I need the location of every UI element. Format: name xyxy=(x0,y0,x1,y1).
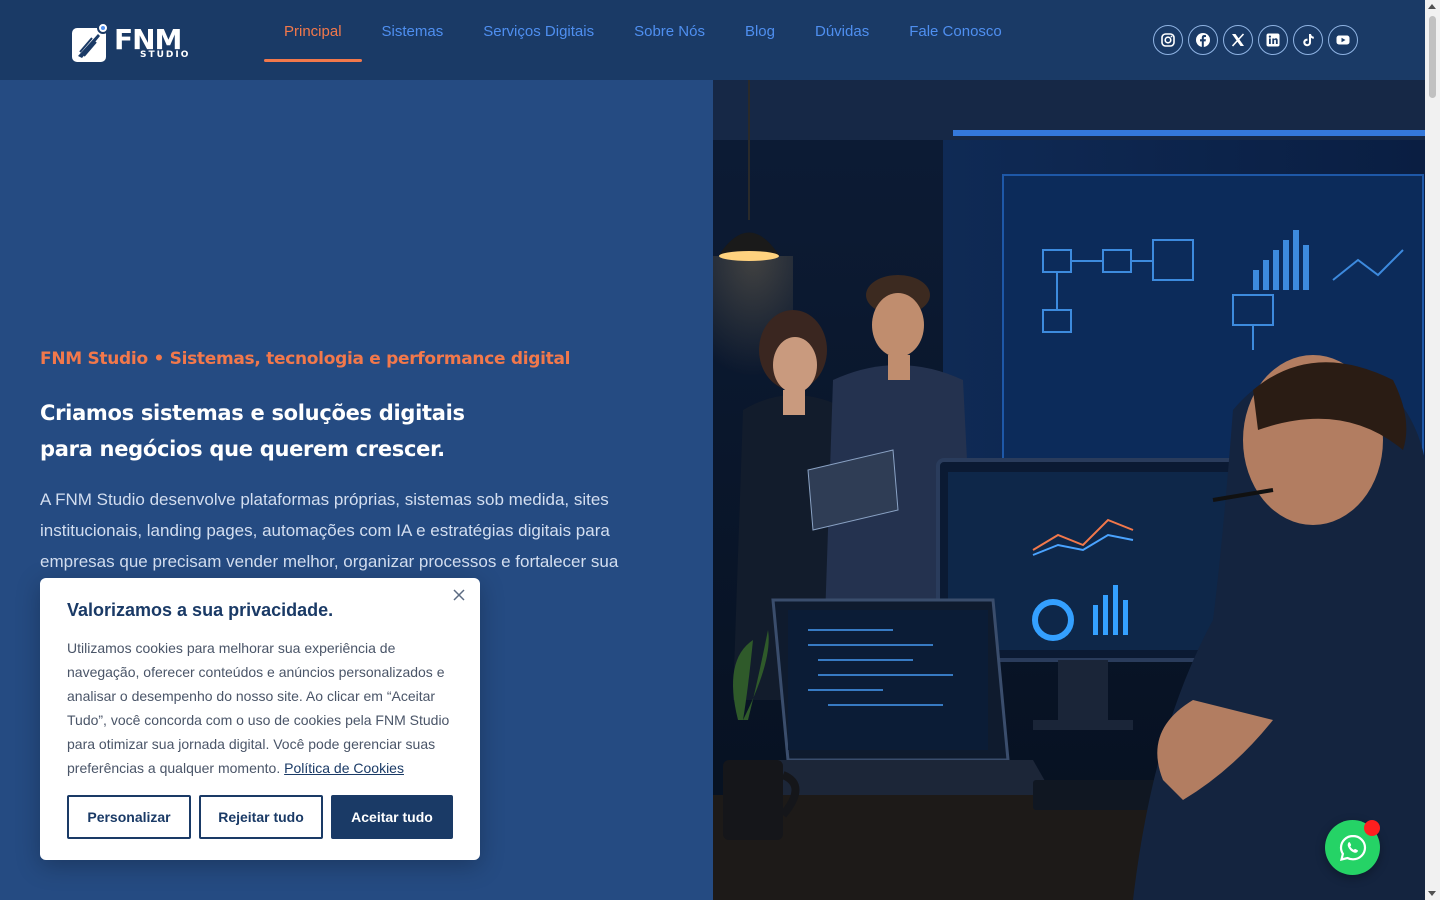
accept-all-button[interactable]: Aceitar tudo xyxy=(331,795,453,839)
nav-item-servicos-digitais[interactable]: Serviços Digitais xyxy=(463,0,614,62)
x-icon[interactable] xyxy=(1223,25,1253,55)
scroll-thumb[interactable] xyxy=(1429,16,1436,98)
cookie-policy-link[interactable]: Política de Cookies xyxy=(284,760,404,776)
hero-headline-line-2: para negócios que querem crescer. xyxy=(40,437,445,461)
instagram-icon[interactable] xyxy=(1153,25,1183,55)
nav-item-duvidas[interactable]: Dúvidas xyxy=(795,0,889,62)
reject-all-button[interactable]: Rejeitar tudo xyxy=(199,795,323,839)
hero-headline-line-1: Criamos sistemas e soluções digitais xyxy=(40,401,465,425)
notification-badge xyxy=(1364,820,1380,836)
hero-lead: A FNM Studio desenvolve plataformas próp… xyxy=(40,490,619,571)
whatsapp-icon xyxy=(1339,834,1366,861)
facebook-icon[interactable] xyxy=(1188,25,1218,55)
nav-item-principal[interactable]: Principal xyxy=(264,0,362,62)
linkedin-icon[interactable] xyxy=(1258,25,1288,55)
social-links xyxy=(1153,25,1358,55)
tiktok-icon[interactable] xyxy=(1293,25,1323,55)
close-icon[interactable] xyxy=(452,588,466,602)
logo-icon xyxy=(70,22,110,62)
cookie-actions: Personalizar Rejeitar tudo Aceitar tudo xyxy=(67,795,453,839)
nav-item-sobre-nos[interactable]: Sobre Nós xyxy=(614,0,725,62)
cookie-description: Utilizamos cookies para melhorar sua exp… xyxy=(67,636,457,780)
site-header: FNM STUDIO Principal Sistemas Serviços D… xyxy=(0,0,1425,80)
scroll-up-arrow-icon[interactable] xyxy=(1428,4,1436,9)
hero-image xyxy=(713,80,1425,900)
cookie-body-text: Utilizamos cookies para melhorar sua exp… xyxy=(67,640,450,776)
youtube-icon[interactable] xyxy=(1328,25,1358,55)
cookie-title: Valorizamos a sua privacidade. xyxy=(67,600,334,620)
nav-item-sistemas[interactable]: Sistemas xyxy=(362,0,464,62)
customize-button[interactable]: Personalizar xyxy=(67,795,191,839)
main-nav: Principal Sistemas Serviços Digitais Sob… xyxy=(264,0,1022,80)
cookie-consent-dialog: Valorizamos a sua privacidade. Utilizamo… xyxy=(40,578,480,860)
page-scrollbar[interactable] xyxy=(1425,0,1440,900)
nav-item-blog[interactable]: Blog xyxy=(725,0,795,62)
hero-headline: Criamos sistemas e soluções digitais par… xyxy=(40,395,560,467)
nav-item-fale-conosco[interactable]: Fale Conosco xyxy=(889,0,1022,62)
logo-subtitle: STUDIO xyxy=(140,50,191,60)
scroll-down-arrow-icon[interactable] xyxy=(1428,891,1436,896)
hero-eyebrow: FNM Studio • Sistemas, tecnologia e perf… xyxy=(40,349,571,369)
